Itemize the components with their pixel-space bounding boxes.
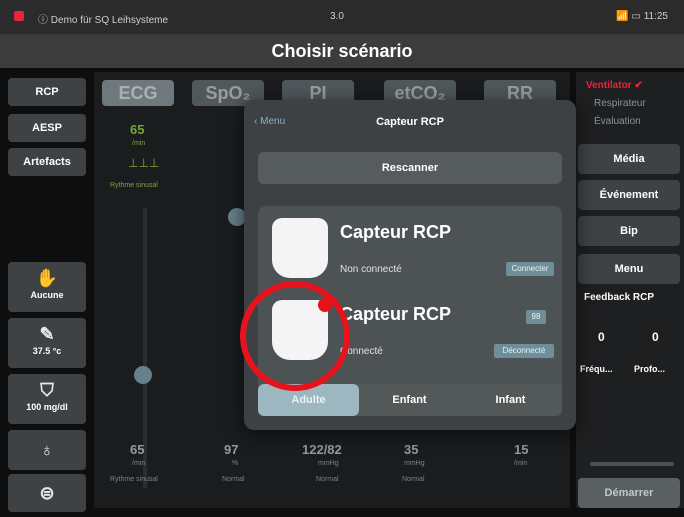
right-panel [576,72,684,508]
app-label: ⓘ Demo für SQ Leihsysteme [38,15,169,26]
tool-temperature-button[interactable]: ✎ 37.5 °c [8,318,86,368]
nav-rcp-button[interactable]: RCP [8,78,86,106]
event-button[interactable]: Événement [578,180,680,210]
tool-toggle-button[interactable]: ⊜ [8,474,86,512]
start-button[interactable]: Démarrer [578,478,680,508]
volume-slider[interactable] [590,462,674,466]
toggle-icon: ⊜ [39,483,55,503]
segment-infant[interactable]: Infant [460,384,561,416]
page-title[interactable]: Choisir scénario [0,34,684,68]
tool-stethoscope-button[interactable]: ♁ [8,430,86,470]
media-button[interactable]: Média [578,144,680,174]
version-label: 3.0 [330,11,344,22]
tool-temperature-label: 37.5 °c [32,346,62,356]
nav-aesp-button[interactable]: AESP [8,114,86,142]
sensor-1-state: Non connecté [340,264,402,275]
feedback-depth-label: Profo... [634,364,665,374]
stethoscope-icon: ♁ [40,440,54,460]
respirateur-label: Respirateur [594,98,646,109]
glucose-icon: ⛉ [40,380,54,400]
menu-button[interactable]: Menu [578,254,680,284]
highlight-circle [240,281,350,391]
thermometer-icon: ✎ [39,324,55,344]
sensor-2-name: Capteur RCP [340,304,452,324]
sensor-1-name: Capteur RCP [340,222,452,242]
tool-glucose-button[interactable]: ⛉ 100 mg/dl [8,374,86,424]
status-bar: ⓘ Demo für SQ Leihsysteme 3.0 📶 ▭ 11:25 [0,0,684,34]
beep-button[interactable]: Bip [578,216,680,246]
ventilator-status: Ventilator ✔ [586,80,643,91]
disconnect-button[interactable]: Déconnecté [494,344,554,358]
rescan-button[interactable]: Rescanner [258,152,562,184]
tool-hand-label: Aucune [30,290,64,300]
tool-glucose-label: 100 mg/dl [26,402,68,412]
tool-hand-button[interactable]: ✋ Aucune [8,262,86,312]
evaluation-label: Évaluation [594,116,641,127]
connect-button[interactable]: Connecter [506,262,554,276]
segment-child[interactable]: Enfant [359,384,460,416]
time-label: 11:25 [643,11,668,22]
feedback-rate-value: 0 [598,330,605,344]
status-right: 📶 ▭ 11:25 [616,11,668,22]
sensor-device-icon [272,218,328,278]
feedback-depth-value: 0 [652,330,659,344]
feedback-title: Feedback RCP [584,292,655,303]
hand-icon: ✋ [35,268,59,288]
popover-title: Capteur RCP [376,116,444,128]
record-icon [14,11,24,21]
nav-artefacts-button[interactable]: Artefacts [8,148,86,176]
feedback-rate-label: Fréqu... [580,364,613,374]
signal-badge: 98 [526,310,546,324]
